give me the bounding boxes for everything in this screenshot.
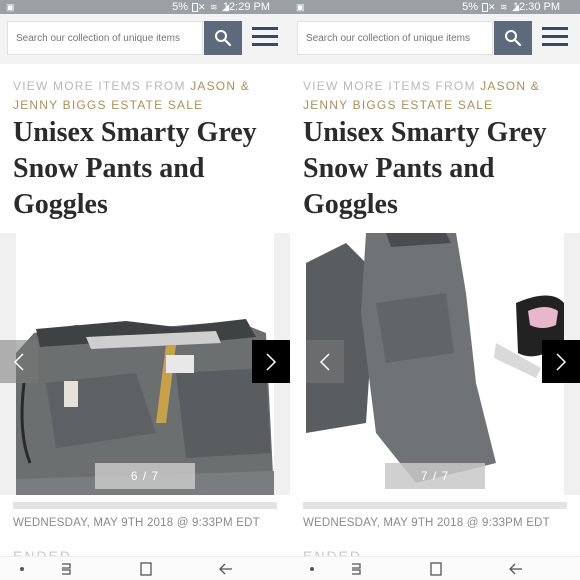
search-button[interactable] — [204, 21, 242, 55]
sale-date: WEDNESDAY, MAY 9TH 2018 @ 9:33PM EDT — [303, 517, 550, 529]
system-nav-bar — [290, 556, 580, 580]
gallery-prev-button[interactable] — [306, 340, 344, 383]
clock: 12:30 PM — [512, 1, 560, 13]
battery-icon — [482, 3, 488, 12]
chevron-left-icon — [13, 352, 24, 371]
search-input[interactable] — [297, 21, 493, 55]
home-icon[interactable] — [428, 561, 444, 577]
gallery-next-button[interactable] — [542, 340, 580, 383]
status-bar: ▣ ✕ ≋ ◢ 5% 12:29 PM — [0, 0, 290, 14]
item-photo — [16, 233, 274, 495]
store-link-prefix: VIEW MORE ITEMS FROM — [13, 79, 191, 93]
system-nav-bar — [0, 556, 290, 580]
battery-icon — [192, 3, 198, 12]
status-bar: ▣ ✕ ≋ ◢ 5% 12:30 PM — [290, 0, 580, 14]
chevron-right-icon — [556, 352, 567, 371]
gallery-prev-button[interactable] — [0, 340, 38, 383]
image-gallery[interactable]: 6 / 7 — [0, 233, 290, 495]
site-header — [290, 14, 580, 64]
back-icon[interactable] — [218, 561, 234, 577]
menu-icon[interactable] — [542, 27, 568, 49]
battery-level: 5% — [462, 1, 478, 13]
item-title: Unisex Smarty Grey Snow Pants and Goggle… — [13, 117, 257, 220]
item-title: Unisex Smarty Grey Snow Pants and Goggle… — [303, 117, 547, 220]
dot-icon — [310, 567, 314, 571]
menu-icon[interactable] — [252, 27, 278, 49]
back-icon[interactable] — [508, 561, 524, 577]
search-icon — [215, 30, 232, 47]
gallery-next-button[interactable] — [252, 340, 290, 383]
store-link[interactable]: VIEW MORE ITEMS FROM JASON & JENNY BIGGS… — [303, 77, 573, 115]
sale-date: WEDNESDAY, MAY 9TH 2018 @ 9:33PM EDT — [13, 517, 260, 529]
gallery-progress-bar — [303, 502, 567, 509]
sale-status: ENDED — [13, 548, 73, 556]
chevron-right-icon — [266, 352, 277, 371]
home-icon[interactable] — [138, 561, 154, 577]
screen-right: ▣ ✕ ≋ ◢ 5% 12:30 PM VIEW MORE ITEMS FROM… — [290, 0, 580, 580]
battery-level: 5% — [172, 1, 188, 13]
store-link-prefix: VIEW MORE ITEMS FROM — [303, 79, 481, 93]
gallery-notification-icon: ▣ — [6, 2, 15, 12]
recent-apps-icon[interactable] — [58, 561, 74, 577]
chevron-left-icon — [319, 352, 330, 371]
dot-icon — [20, 567, 24, 571]
gallery-progress-bar — [13, 502, 277, 509]
clock: 12:29 PM — [222, 1, 270, 13]
search-button[interactable] — [494, 21, 532, 55]
sale-status: ENDED — [303, 548, 363, 556]
search-icon — [505, 30, 522, 47]
screen-left: ▣ ✕ ≋ ◢ 5% 12:29 PM VIEW MORE ITEMS FROM… — [0, 0, 290, 580]
image-counter: 6 / 7 — [95, 463, 195, 489]
image-gallery[interactable]: 7 / 7 — [290, 233, 580, 495]
gallery-notification-icon: ▣ — [296, 2, 305, 12]
item-photo — [306, 233, 564, 495]
store-link[interactable]: VIEW MORE ITEMS FROM JASON & JENNY BIGGS… — [13, 77, 283, 115]
site-header — [0, 14, 290, 64]
search-input[interactable] — [7, 21, 203, 55]
recent-apps-icon[interactable] — [348, 561, 364, 577]
image-counter: 7 / 7 — [385, 463, 485, 489]
